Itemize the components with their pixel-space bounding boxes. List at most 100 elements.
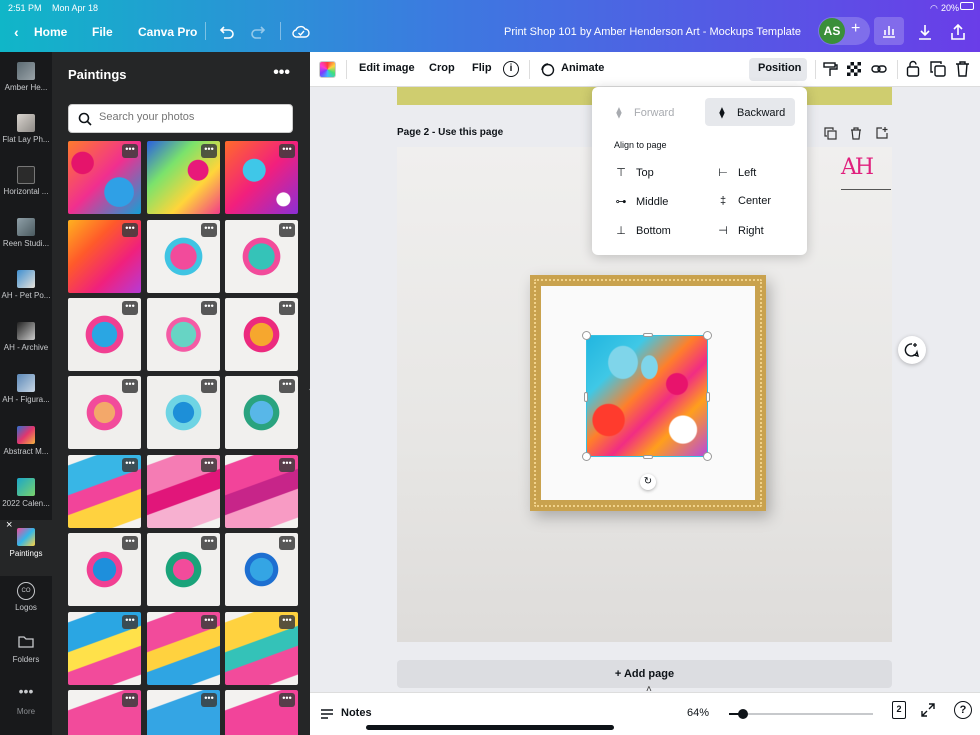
photo-more-icon[interactable]: •••	[279, 615, 295, 629]
photo-tile[interactable]: •••	[68, 298, 141, 371]
photo-tile[interactable]: •••	[225, 690, 298, 735]
rail-item-amber[interactable]: Amber He...	[0, 56, 52, 108]
search-box[interactable]	[68, 104, 293, 133]
add-comment-button[interactable]	[898, 336, 926, 364]
photo-more-icon[interactable]: •••	[122, 379, 138, 393]
photo-more-icon[interactable]: •••	[201, 458, 217, 472]
resize-handle[interactable]	[703, 452, 712, 461]
rail-item-archive[interactable]: AH - Archive	[0, 316, 52, 368]
selected-painting[interactable]	[582, 331, 712, 461]
page-count-button[interactable]: 2	[892, 701, 906, 719]
photo-more-icon[interactable]: •••	[122, 458, 138, 472]
document-title[interactable]: Print Shop 101 by Amber Henderson Art - …	[504, 26, 801, 38]
rail-item-horizontal[interactable]: Horizontal ...	[0, 160, 52, 212]
photo-tile[interactable]: •••	[68, 533, 141, 606]
align-left-button[interactable]: ⊢ Left	[716, 166, 756, 179]
align-bottom-button[interactable]: ⊥ Bottom	[614, 224, 671, 237]
file-menu-button[interactable]: File	[92, 25, 113, 39]
resize-handle[interactable]	[703, 331, 712, 340]
undo-icon[interactable]	[216, 22, 236, 42]
download-icon[interactable]	[915, 22, 935, 42]
photo-tile[interactable]: •••	[225, 298, 298, 371]
rail-item-pet-portraits[interactable]: AH - Pet Po...	[0, 264, 52, 316]
align-center-button[interactable]: ‡ Center	[716, 195, 771, 207]
add-page-button[interactable]: + Add page	[397, 660, 892, 688]
info-icon[interactable]: i	[503, 61, 519, 77]
photo-more-icon[interactable]: •••	[201, 144, 217, 158]
photo-more-icon[interactable]: •••	[122, 301, 138, 315]
photo-tile[interactable]: •••	[225, 455, 298, 528]
resize-handle[interactable]	[643, 333, 653, 337]
insights-chart-icon[interactable]	[874, 17, 904, 45]
photo-tile[interactable]: •••	[147, 533, 220, 606]
photo-more-icon[interactable]: •••	[279, 223, 295, 237]
photo-more-icon[interactable]: •••	[201, 379, 217, 393]
photo-tile[interactable]: •••	[68, 141, 141, 214]
photo-tile[interactable]: •••	[68, 220, 141, 293]
photo-more-icon[interactable]: •••	[279, 301, 295, 315]
link-icon[interactable]	[871, 62, 887, 76]
duplicate-page-icon[interactable]	[824, 127, 837, 140]
zoom-slider[interactable]	[729, 709, 873, 719]
notes-button[interactable]: Notes	[341, 707, 372, 719]
rail-item-reen-studio[interactable]: Reen Studi...	[0, 212, 52, 264]
transparency-icon[interactable]	[847, 62, 861, 76]
photo-tile[interactable]: •••	[147, 455, 220, 528]
photo-more-icon[interactable]: •••	[122, 536, 138, 550]
redo-icon[interactable]	[249, 22, 269, 42]
photo-more-icon[interactable]: •••	[279, 693, 295, 707]
forward-button[interactable]: ⧫ Forward	[604, 98, 694, 126]
close-icon[interactable]: ×	[6, 519, 12, 531]
rail-item-abstract[interactable]: Abstract M...	[0, 420, 52, 472]
rail-item-paintings[interactable]: × Paintings	[0, 519, 52, 576]
photo-more-icon[interactable]: •••	[201, 615, 217, 629]
lock-icon[interactable]	[906, 60, 920, 77]
share-upload-icon[interactable]	[948, 22, 968, 42]
resize-handle[interactable]	[582, 452, 591, 461]
photo-tile[interactable]: •••	[147, 298, 220, 371]
photo-more-icon[interactable]: •••	[201, 223, 217, 237]
help-icon[interactable]: ?	[954, 701, 972, 719]
photo-tile[interactable]: •••	[147, 612, 220, 685]
photo-more-icon[interactable]: •••	[279, 379, 295, 393]
photo-tile[interactable]: •••	[225, 220, 298, 293]
photo-tile[interactable]: •••	[147, 690, 220, 735]
duplicate-icon[interactable]	[930, 61, 946, 77]
photo-more-icon[interactable]: •••	[122, 615, 138, 629]
cloud-saved-icon[interactable]	[291, 22, 311, 42]
photo-tile[interactable]: •••	[147, 141, 220, 214]
resize-handle[interactable]	[582, 331, 591, 340]
collaborators-pill[interactable]: AS +	[818, 17, 870, 45]
photo-tile[interactable]: •••	[225, 141, 298, 214]
photo-more-icon[interactable]: •••	[279, 144, 295, 158]
photo-tile[interactable]: •••	[68, 612, 141, 685]
photo-more-icon[interactable]: •••	[279, 458, 295, 472]
align-right-button[interactable]: ⊣ Right	[716, 224, 763, 237]
rail-item-folders[interactable]: Folders	[0, 628, 52, 680]
photo-more-icon[interactable]: •••	[201, 301, 217, 315]
photo-tile[interactable]: •••	[147, 220, 220, 293]
photo-more-icon[interactable]: •••	[122, 144, 138, 158]
home-button[interactable]: Home	[34, 25, 67, 39]
photo-more-icon[interactable]: •••	[122, 223, 138, 237]
position-button-bg[interactable]: Position	[749, 58, 807, 81]
rail-item-flat-lay[interactable]: Flat Lay Ph...	[0, 108, 52, 160]
delete-page-icon[interactable]	[850, 127, 862, 140]
photo-tile[interactable]: •••	[68, 376, 141, 449]
back-chevron-icon[interactable]: ‹	[14, 24, 19, 40]
crop-button[interactable]: Crop	[429, 62, 455, 74]
resize-handle[interactable]	[706, 392, 710, 402]
position-button[interactable]: Position	[758, 62, 801, 74]
rotate-handle-icon[interactable]: ↻	[640, 474, 656, 490]
flip-button[interactable]: Flip	[472, 62, 492, 74]
photo-more-icon[interactable]: •••	[122, 693, 138, 707]
paint-roller-icon[interactable]	[822, 61, 838, 77]
photo-tile[interactable]: •••	[225, 612, 298, 685]
add-page-icon[interactable]	[876, 126, 889, 139]
color-swatch-button[interactable]	[319, 61, 336, 78]
resize-handle[interactable]	[643, 455, 653, 459]
backward-button[interactable]: ⧫ Backward	[705, 98, 795, 126]
rail-item-more[interactable]: ••• More	[0, 680, 52, 732]
trash-icon[interactable]	[955, 60, 970, 77]
photo-more-icon[interactable]: •••	[279, 536, 295, 550]
